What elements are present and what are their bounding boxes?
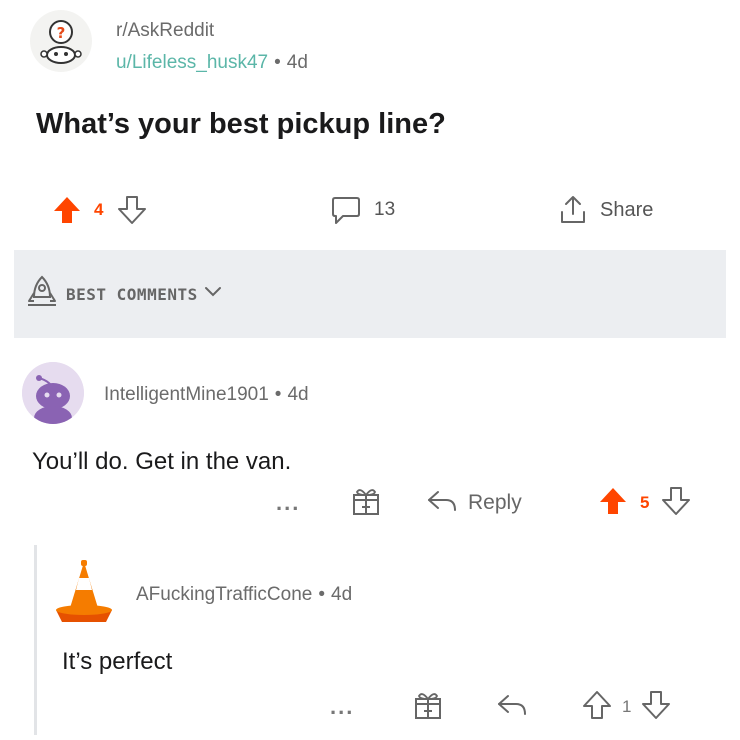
gift-icon [350,485,382,522]
gift-icon [412,689,444,726]
downvote-icon[interactable] [641,690,671,725]
comment-author[interactable]: AFuckingTrafficCone [136,584,312,605]
sort-dropdown[interactable]: BEST COMMENTS [26,275,222,314]
reply-arrow-icon [426,488,458,519]
comment-vote-group: 1 [582,684,671,730]
comment-score: 1 [622,697,632,716]
share-label: Share [600,198,654,221]
more-options-button[interactable]: ... [330,684,354,730]
user-avatar-icon[interactable] [22,362,84,424]
comment: IntelligentMine1901 • 4d You’ll do. Get in… [20,356,720,526]
traffic-cone-avatar-icon[interactable] [52,558,116,626]
meta-separator: • [274,52,281,73]
comment-actions: ... Reply 5 [20,480,720,526]
award-button[interactable] [412,684,444,730]
meta-separator: • [274,384,282,405]
sort-label: BEST COMMENTS [66,284,198,304]
award-button[interactable] [350,480,382,526]
post-age: 4d [286,52,308,73]
comments-button[interactable]: 13 [330,186,395,234]
reply-label: Reply [468,491,522,514]
reply-button[interactable] [496,684,528,730]
meta-separator: • [318,584,326,605]
thread-line[interactable] [34,545,37,735]
downvote-icon[interactable] [661,486,691,521]
post-vote-group: 4 [52,186,147,234]
comments-count: 13 [374,199,396,220]
reply-arrow-icon [496,692,528,723]
post-header: ? r/AskReddit u/Lifeless_husk47 • 4d [30,10,710,78]
comment-author[interactable]: IntelligentMine1901 [104,384,269,405]
upvote-icon[interactable] [598,486,628,521]
chevron-down-icon [204,285,222,303]
upvote-icon[interactable] [52,195,82,225]
downvote-icon[interactable] [117,195,147,225]
svg-text:?: ? [57,24,66,42]
rocket-icon [26,275,58,314]
comment-meta: IntelligentMine1901 • 4d [104,384,309,406]
comment-score: 5 [640,493,650,512]
comment-meta: AFuckingTrafficCone • 4d [136,584,352,606]
subreddit-avatar-icon[interactable]: ? [30,10,92,72]
sort-bar: BEST COMMENTS [14,250,726,338]
post-actions: 4 13 Share [30,186,710,234]
comment-vote-group: 5 [598,480,691,526]
comment-age: 4d [331,584,353,605]
post-meta: u/Lifeless_husk47 • 4d [116,52,308,74]
post-title[interactable]: What’s your best pickup line? [36,108,446,141]
share-button[interactable]: Share [558,186,653,234]
speech-bubble-icon [330,194,362,226]
comment-body: You’ll do. Get in the van. [32,448,292,475]
comment: AFuckingTrafficCone • 4d It’s perfect ... … [52,556,722,736]
share-icon [558,194,588,226]
comment-actions: ... 1 [52,684,722,730]
comment-age: 4d [287,384,309,405]
post-vote-count: 4 [94,200,104,219]
reply-button[interactable]: Reply [426,480,522,526]
subreddit-name[interactable]: r/AskReddit [116,20,214,42]
post-author[interactable]: u/Lifeless_husk47 [116,52,268,73]
more-options-button[interactable]: ... [276,480,300,526]
comment-body: It’s perfect [62,648,173,675]
upvote-icon[interactable] [582,690,612,725]
